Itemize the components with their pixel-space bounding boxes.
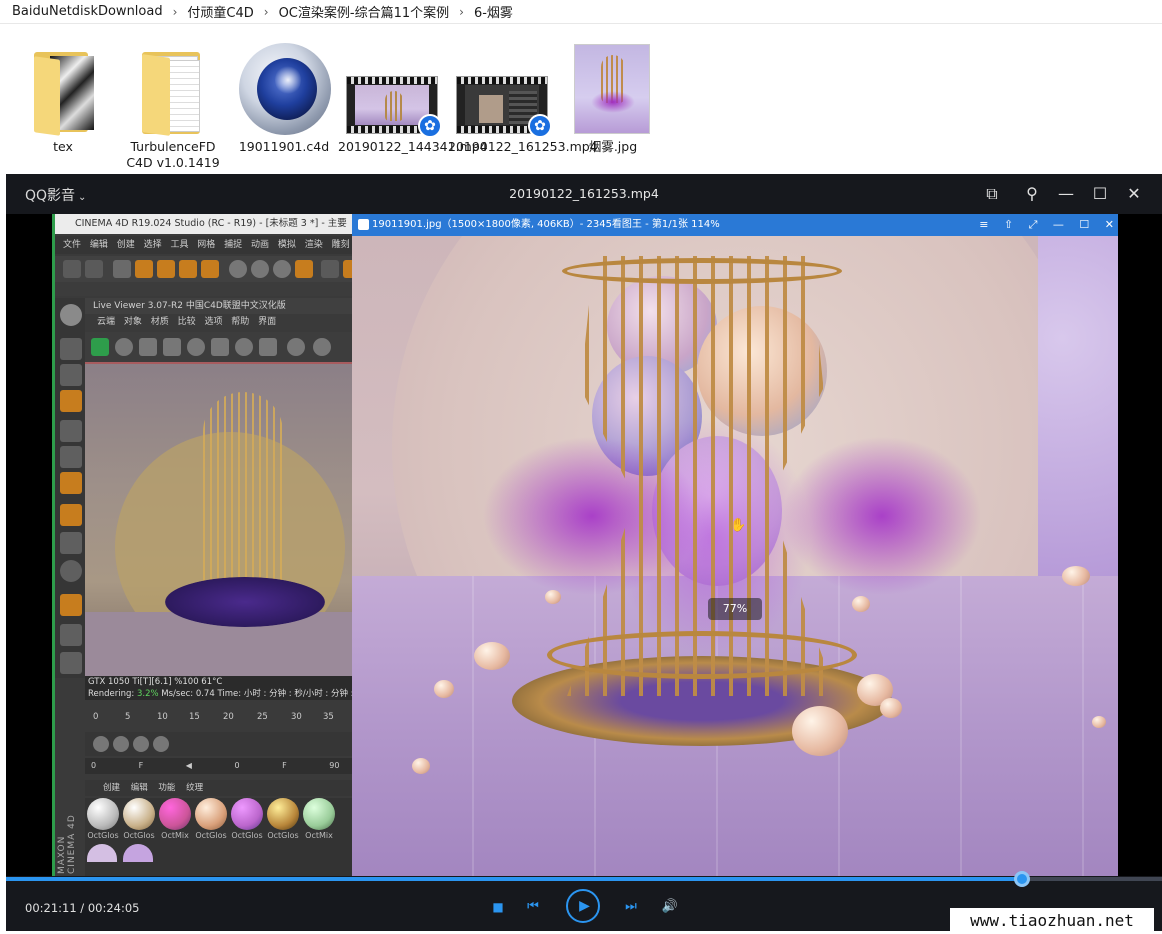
watermark: www.tiaozhuan.net bbox=[950, 908, 1154, 934]
material-swatch bbox=[303, 798, 335, 830]
breadcrumb-item[interactable]: 6-烟雾 bbox=[474, 2, 513, 21]
c4d-left-toolbar bbox=[55, 298, 85, 678]
folder-icon bbox=[8, 40, 118, 136]
close-button[interactable]: ✕ bbox=[1122, 182, 1146, 206]
folder-icon bbox=[118, 40, 228, 136]
seek-bar[interactable] bbox=[6, 871, 1162, 887]
file-name: 烟雾.jpg bbox=[588, 139, 638, 154]
file-name: TurbulenceFD C4D v1.0.1419 bbox=[126, 139, 220, 170]
material-label: OctGlos bbox=[87, 831, 119, 840]
next-button[interactable]: ⏭ bbox=[622, 898, 640, 916]
hand-cursor-icon: ✋ bbox=[730, 518, 747, 533]
time-readout: 00:21:11 / 00:24:05 bbox=[25, 901, 140, 915]
play-button[interactable]: ▶ bbox=[566, 889, 600, 923]
video-file-icon: ✿ bbox=[338, 40, 448, 138]
c4d-menubar: 文件 编辑 创建 选择 工具 网格 捕捉 动画 模拟 渲染 雕刻 bbox=[55, 236, 352, 254]
minimize-button[interactable]: — bbox=[1054, 182, 1078, 206]
image-viewer-window-buttons: ≡ ⇧ ⤢ — ☐ ✕ bbox=[979, 218, 1114, 231]
cinema4d-file-icon bbox=[229, 40, 339, 136]
material-label: OctMix bbox=[305, 831, 333, 840]
qq-player-badge-icon: ✿ bbox=[528, 114, 552, 138]
timeline-tick: 15 bbox=[189, 712, 200, 722]
maxon-logo: MAXON CINEMA 4D bbox=[57, 814, 77, 874]
file-name: 20190122_161253.mp4 bbox=[448, 139, 598, 154]
image-viewer-title: 19011901.jpg（1500×1800像素, 406KB）- 2345看图… bbox=[372, 219, 720, 230]
material-swatch bbox=[159, 798, 191, 830]
c4d-title: CINEMA 4D R19.024 Studio (RC - R19) - [未… bbox=[55, 214, 352, 234]
c4d-material-manager: OctGlos OctGlos OctMix OctGlos OctGlos O… bbox=[85, 798, 352, 876]
material-label: OctMix bbox=[161, 831, 189, 840]
chevron-right-icon: › bbox=[263, 4, 269, 19]
file-name: tex bbox=[53, 139, 73, 154]
breadcrumb-item[interactable]: BaiduNetdiskDownload bbox=[12, 4, 163, 19]
render-stats: Ms/sec: 0.74 Time: 小时 : 分钟 : 秒/小时 : 分钟 :… bbox=[161, 689, 352, 699]
breadcrumb-item[interactable]: OC渲染案例-综合篇11个案例 bbox=[279, 2, 450, 21]
live-viewer-menu: 云端 对象 材质 比较 选项 帮助 界面 bbox=[85, 314, 352, 330]
image-file-icon bbox=[558, 40, 668, 136]
file-name: 20190122_144341.mp4 bbox=[338, 139, 488, 154]
qq-player-badge-icon: ✿ bbox=[418, 114, 442, 138]
chevron-right-icon: › bbox=[172, 4, 178, 19]
previous-button[interactable]: ⏮ bbox=[524, 898, 542, 916]
render-label: Rendering: bbox=[88, 689, 135, 699]
c4d-toolbar bbox=[55, 256, 352, 282]
material-label: OctGlos bbox=[267, 831, 299, 840]
c4d-window: CINEMA 4D R19.024 Studio (RC - R19) - [未… bbox=[52, 214, 352, 876]
file-name: 19011901.c4d bbox=[238, 139, 330, 154]
video-frame[interactable]: CINEMA 4D R19.024 Studio (RC - R19) - [未… bbox=[6, 214, 1162, 876]
file-list: tex TurbulenceFD C4D v1.0.1419 19011901.… bbox=[0, 40, 1162, 174]
timeline-tick: 20 bbox=[223, 712, 234, 722]
material-swatch bbox=[123, 798, 155, 830]
material-label: OctGlos bbox=[123, 831, 155, 840]
breadcrumb-item[interactable]: 付顽童C4D bbox=[187, 2, 253, 21]
c4d-material-menu: 创建 编辑 功能 纹理 bbox=[85, 780, 352, 796]
material-swatch bbox=[123, 844, 153, 862]
total-time: 00:24:05 bbox=[87, 901, 140, 915]
material-swatch bbox=[231, 798, 263, 830]
timeline-tick: 25 bbox=[257, 712, 268, 722]
player-titlebar: QQ影音 ⌄ 20190122_161253.mp4 ⧉ ⚲ — ☐ ✕ bbox=[6, 174, 1162, 214]
image-viewer-titlebar: 19011901.jpg（1500×1800像素, 406KB）- 2345看图… bbox=[352, 214, 1118, 236]
rendered-scene-image: 77% ✋ bbox=[352, 236, 1118, 876]
c4d-frame-range: 0 F ◀ 0 F 90 F ▶ 90 F bbox=[85, 758, 352, 774]
breadcrumb: BaiduNetdiskDownload › 付顽童C4D › OC渲染案例-综… bbox=[0, 0, 1162, 24]
timeline-tick: 30 bbox=[291, 712, 302, 722]
image-loading-indicator: 77% bbox=[708, 598, 762, 620]
c4d-playback-controls bbox=[85, 732, 352, 756]
image-viewer-app-icon bbox=[358, 219, 369, 230]
c4d-timeline: 0 5 10 15 20 25 30 35 bbox=[85, 704, 352, 730]
maximize-button[interactable]: ☐ bbox=[1088, 182, 1112, 206]
chevron-right-icon: › bbox=[459, 4, 464, 19]
time-separator: / bbox=[76, 901, 88, 915]
timeline-tick: 10 bbox=[157, 712, 168, 722]
video-file-icon: ✿ bbox=[448, 40, 558, 138]
video-player-window: QQ影音 ⌄ 20190122_161253.mp4 ⧉ ⚲ — ☐ ✕ CINE… bbox=[6, 174, 1162, 934]
gpu-status: GTX 1050 Ti[T][6.1] %100 61°C bbox=[88, 677, 223, 687]
material-swatch bbox=[87, 844, 117, 862]
material-swatch bbox=[195, 798, 227, 830]
live-viewer-toolbar bbox=[85, 332, 352, 362]
pin-button[interactable]: ⚲ bbox=[1020, 182, 1044, 206]
seek-bar-fill bbox=[6, 877, 1023, 881]
stop-button[interactable]: ■ bbox=[490, 899, 506, 915]
render-progress: 3.2% bbox=[136, 689, 159, 699]
current-time: 00:21:11 bbox=[25, 901, 77, 915]
c4d-render-toolbar bbox=[55, 282, 352, 296]
player-controls: 00:21:11 / 00:24:05 ■ ⏮ ▶ ⏭ 🔊 www.tiaozh… bbox=[6, 884, 1162, 934]
timeline-tick: 0 bbox=[93, 712, 99, 722]
material-swatch bbox=[267, 798, 299, 830]
live-viewer-title: Live Viewer 3.07-R2 中国C4D联盟中文汉化版 bbox=[85, 298, 352, 314]
volume-button[interactable]: 🔊 bbox=[660, 898, 680, 916]
timeline-tick: 35 bbox=[323, 712, 334, 722]
screenshot-mode-button[interactable]: ⧉ bbox=[980, 182, 1004, 206]
c4d-render-viewport bbox=[85, 362, 352, 676]
material-swatch bbox=[87, 798, 119, 830]
material-label: OctGlos bbox=[195, 831, 227, 840]
c4d-render-status: GTX 1050 Ti[T][6.1] %100 61°C Rendering:… bbox=[85, 676, 352, 700]
image-viewer-window: 19011901.jpg（1500×1800像素, 406KB）- 2345看图… bbox=[352, 214, 1118, 876]
timeline-tick: 5 bbox=[125, 712, 131, 722]
material-label: OctGlos bbox=[231, 831, 263, 840]
